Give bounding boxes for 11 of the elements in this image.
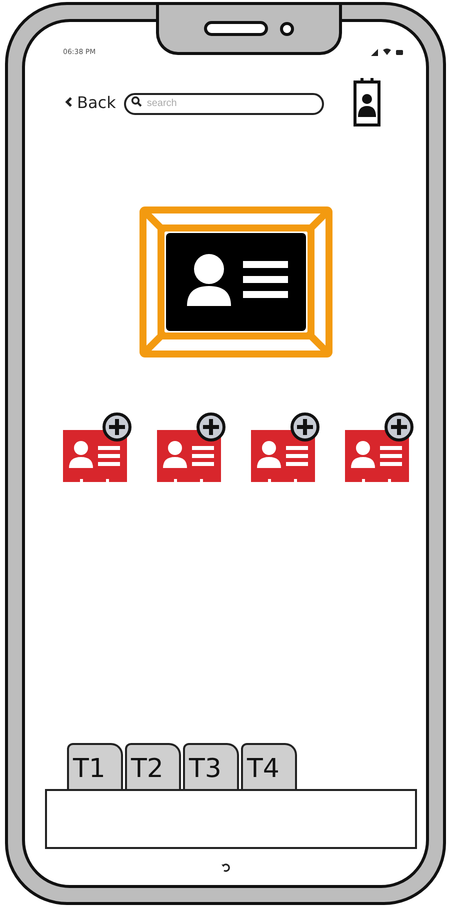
rotate-icon[interactable] <box>220 862 230 872</box>
tab[interactable]: T1 <box>67 743 123 789</box>
tab[interactable]: T2 <box>125 743 181 789</box>
back-button[interactable]: Back <box>65 92 116 112</box>
search-icon <box>130 96 142 107</box>
chevron-left-icon <box>65 96 73 108</box>
tab[interactable]: T3 <box>183 743 239 789</box>
status-icons <box>370 47 404 57</box>
search-field[interactable]: search <box>124 92 324 114</box>
tab[interactable]: T4 <box>241 743 297 789</box>
id-badge-icon[interactable] <box>352 77 381 127</box>
